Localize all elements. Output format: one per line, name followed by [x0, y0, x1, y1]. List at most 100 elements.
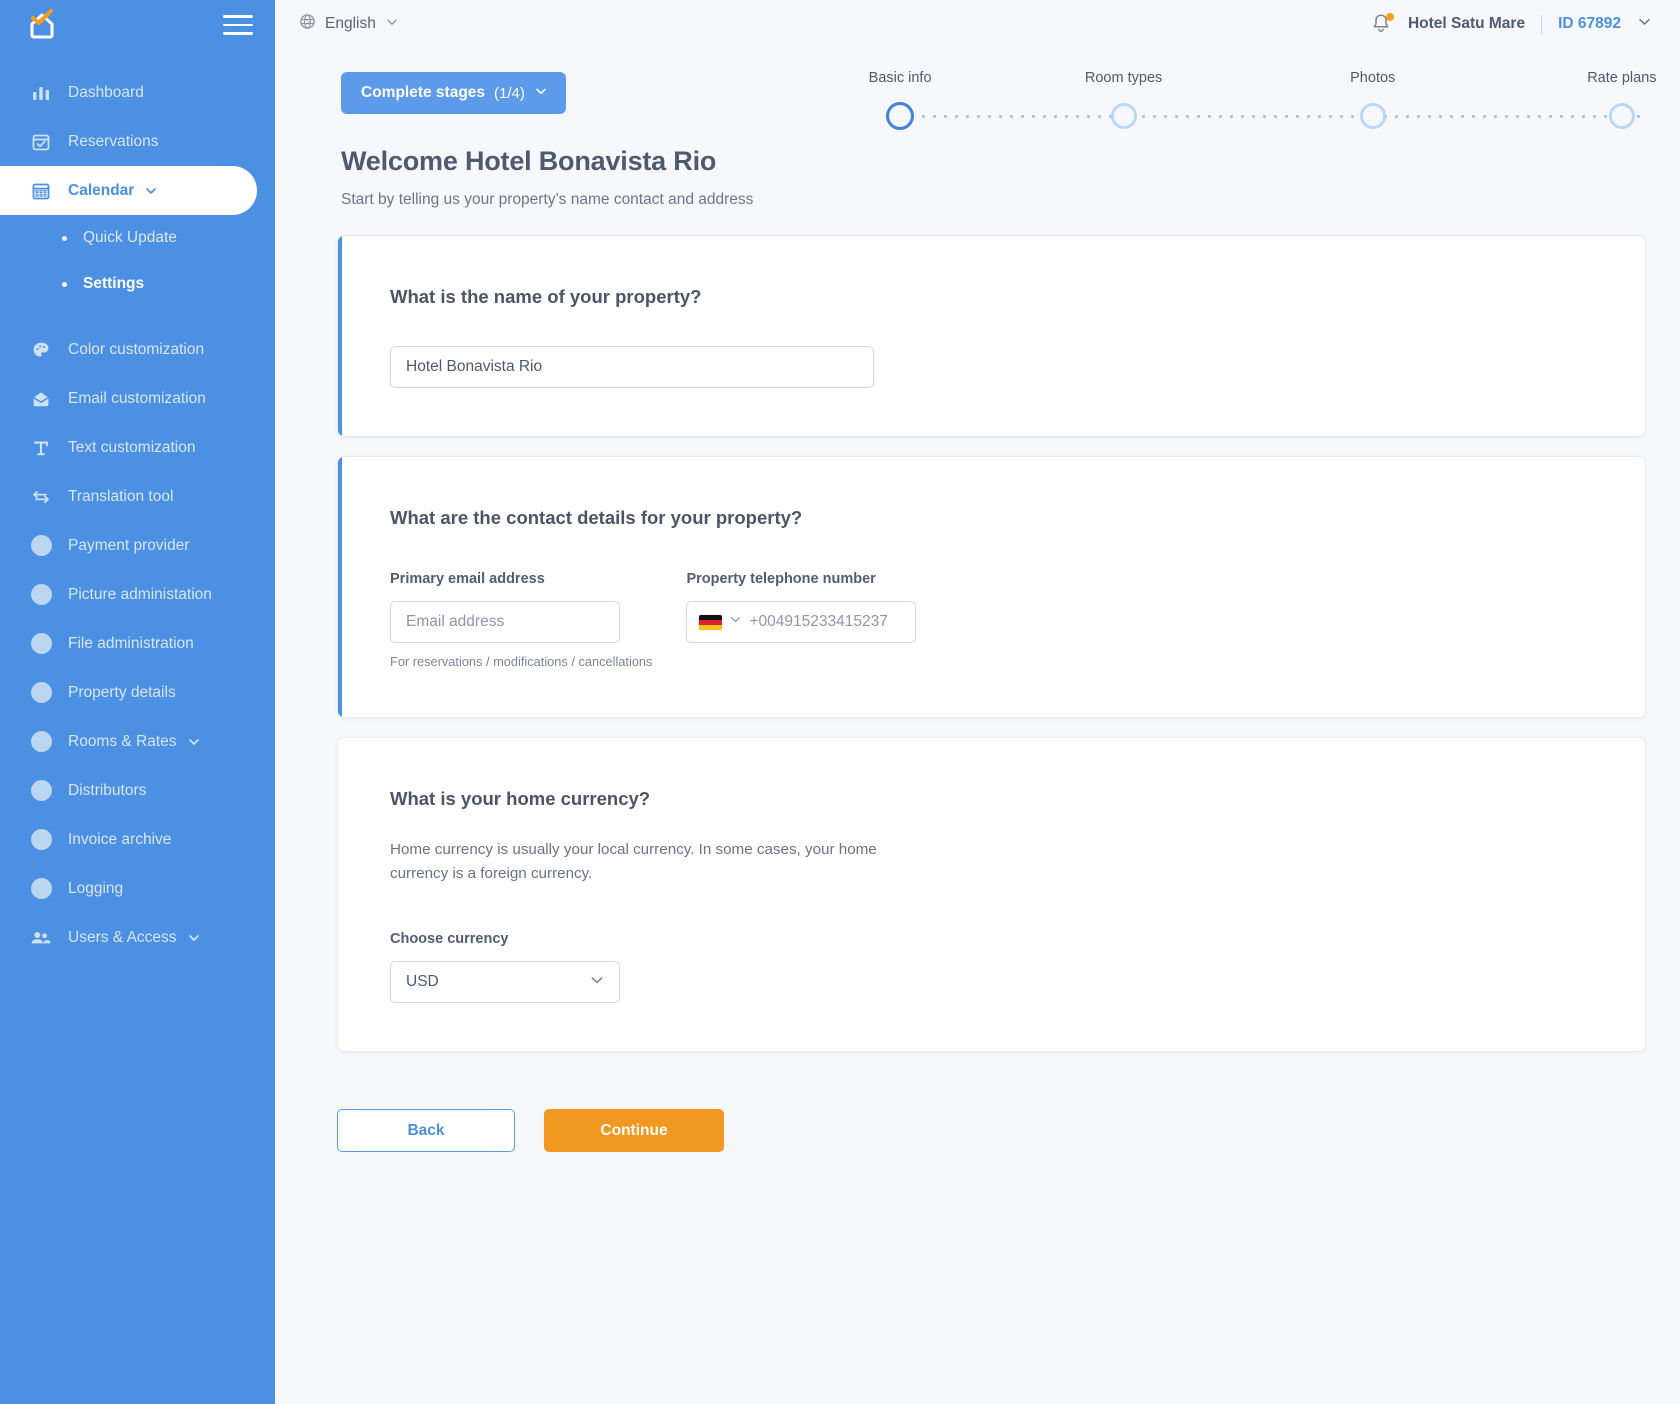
question-contact-details: What are the contact details for your pr… [390, 507, 1593, 529]
text-t-icon [28, 436, 54, 460]
sidebar-item-label: Rooms & Rates [68, 733, 177, 751]
sidebar-item-color-customization[interactable]: Color customization [0, 325, 275, 374]
language-label: English [325, 15, 376, 33]
account-hotel-name: Hotel Satu Mare [1408, 15, 1525, 33]
complete-stages-count: (1/4) [494, 85, 525, 102]
email-field-label: Primary email address [390, 571, 652, 587]
phone-input-placeholder: +004915233415237 [749, 613, 887, 631]
sidebar-item-file-administration[interactable]: File administration [0, 619, 275, 668]
palette-icon [28, 338, 54, 362]
stage-node-rate-plans[interactable] [1609, 103, 1635, 129]
sidebar-item-label: Property details [68, 684, 176, 702]
phone-input-wrapper[interactable]: +004915233415237 [686, 601, 916, 643]
sidebar-item-label: Distributors [68, 782, 146, 800]
sidebar-item-picture-administation[interactable]: Picture administation [0, 570, 275, 619]
page-subtitle: Start by telling us your property’s name… [341, 191, 1680, 209]
sidebar-item-label: Email customization [68, 390, 206, 408]
sidebar-item-translation-tool[interactable]: Translation tool [0, 472, 275, 521]
email-field-group: Primary email address Email address For … [390, 571, 652, 669]
sidebar-item-users-and-access[interactable]: Users & Access [0, 913, 275, 962]
sidebar-item-distributors[interactable]: Distributors [0, 766, 275, 815]
currency-select-label: Choose currency [390, 931, 1593, 947]
chevron-down-icon[interactable] [385, 15, 399, 34]
sidebar-submenu-calendar: Quick Update Settings [0, 215, 275, 315]
chevron-down-icon[interactable] [144, 184, 158, 198]
dot-icon [28, 681, 54, 705]
chevron-down-icon[interactable] [729, 613, 742, 631]
chevron-down-icon[interactable] [187, 735, 201, 749]
language-selector[interactable]: English [299, 13, 399, 35]
sidebar-item-label: Dashboard [68, 84, 144, 102]
stage-node-basic-info[interactable] [886, 102, 914, 130]
sidebar-item-text-customization[interactable]: Text customization [0, 423, 275, 472]
chevron-down-icon[interactable] [589, 972, 605, 993]
dot-icon [28, 632, 54, 656]
dot-icon [28, 583, 54, 607]
calendar-check-icon [28, 130, 54, 154]
continue-button[interactable]: Continue [544, 1109, 724, 1152]
top-bar: English Hotel Satu Mare ID 67892 [275, 0, 1680, 48]
chevron-down-icon [534, 84, 548, 103]
sidebar-item-reservations[interactable]: Reservations [0, 117, 275, 166]
email-field-help: For reservations / modifications / cance… [390, 654, 652, 669]
sidebar-item-invoice-archive[interactable]: Invoice archive [0, 815, 275, 864]
card-contact-details: What are the contact details for your pr… [337, 456, 1646, 718]
sidebar-subitem-quick-update[interactable]: Quick Update [0, 215, 275, 261]
germany-flag-icon[interactable] [699, 615, 722, 630]
email-input-wrapper[interactable]: Email address [390, 601, 620, 643]
stage-dotted-line [885, 115, 1640, 118]
sidebar-item-dashboard[interactable]: Dashboard [0, 68, 275, 117]
top-bar-right: Hotel Satu Mare ID 67892 [1370, 12, 1652, 36]
dot-icon [28, 828, 54, 852]
phone-field-label: Property telephone number [686, 571, 916, 587]
stage-node-photos[interactable] [1360, 103, 1386, 129]
property-name-input[interactable] [390, 346, 874, 388]
stage-label-room-types: Room types [1085, 70, 1162, 86]
account-hotel-id[interactable]: ID 67892 [1558, 15, 1621, 33]
bell-icon[interactable] [1370, 12, 1392, 36]
sidebar-subitem-settings[interactable]: Settings [0, 261, 275, 307]
chevron-down-icon[interactable] [1637, 14, 1652, 34]
question-property-name: What is the name of your property? [390, 286, 1593, 308]
bullet-icon [62, 236, 67, 241]
complete-stages-button[interactable]: Complete stages (1/4) [341, 72, 566, 114]
question-home-currency: What is your home currency? [390, 788, 1593, 810]
page-header: Welcome Hotel Bonavista Rio Start by tel… [275, 132, 1680, 209]
sidebar-item-calendar[interactable]: Calendar [0, 166, 257, 215]
envelope-open-icon [28, 387, 54, 411]
dot-icon [28, 779, 54, 803]
form-cards: What is the name of your property? What … [275, 209, 1680, 1052]
currency-select[interactable]: USD [390, 961, 620, 1003]
back-button[interactable]: Back [337, 1109, 515, 1152]
sidebar-item-label: Payment provider [68, 537, 189, 555]
card-property-name: What is the name of your property? [337, 235, 1646, 437]
email-input-placeholder: Email address [406, 613, 504, 631]
divider [1541, 15, 1542, 34]
bar-chart-icon [28, 81, 54, 105]
app-root: Dashboard Reservations [0, 0, 1680, 1404]
dot-icon [28, 534, 54, 558]
sidebar-item-label: Picture administation [68, 586, 212, 604]
stage-stepper: Basic info Room types Photos Rate plans [885, 70, 1640, 132]
stage-label-rate-plans: Rate plans [1587, 70, 1656, 86]
sidebar-item-property-details[interactable]: Property details [0, 668, 275, 717]
sidebar-header [0, 0, 275, 50]
stage-labels: Basic info Room types Photos Rate plans [885, 70, 1640, 92]
translate-arrows-icon [28, 485, 54, 509]
phone-field-group: Property telephone number +0049152334152… [686, 571, 916, 669]
sidebar-item-payment-provider[interactable]: Payment provider [0, 521, 275, 570]
bullet-icon [62, 282, 67, 287]
stage-node-room-types[interactable] [1111, 103, 1137, 129]
sidebar-item-logging[interactable]: Logging [0, 864, 275, 913]
sidebar-item-label: Reservations [68, 133, 158, 151]
house-check-logo[interactable] [22, 5, 62, 45]
page-title: Welcome Hotel Bonavista Rio [341, 146, 1680, 177]
users-icon [28, 926, 54, 950]
chevron-down-icon[interactable] [187, 931, 201, 945]
sidebar-item-label: Users & Access [68, 929, 177, 947]
hamburger-menu-icon[interactable] [223, 15, 253, 35]
complete-stages-label: Complete stages [361, 84, 485, 102]
sidebar-item-rooms-and-rates[interactable]: Rooms & Rates [0, 717, 275, 766]
sidebar-item-email-customization[interactable]: Email customization [0, 374, 275, 423]
stage-track [885, 98, 1640, 134]
